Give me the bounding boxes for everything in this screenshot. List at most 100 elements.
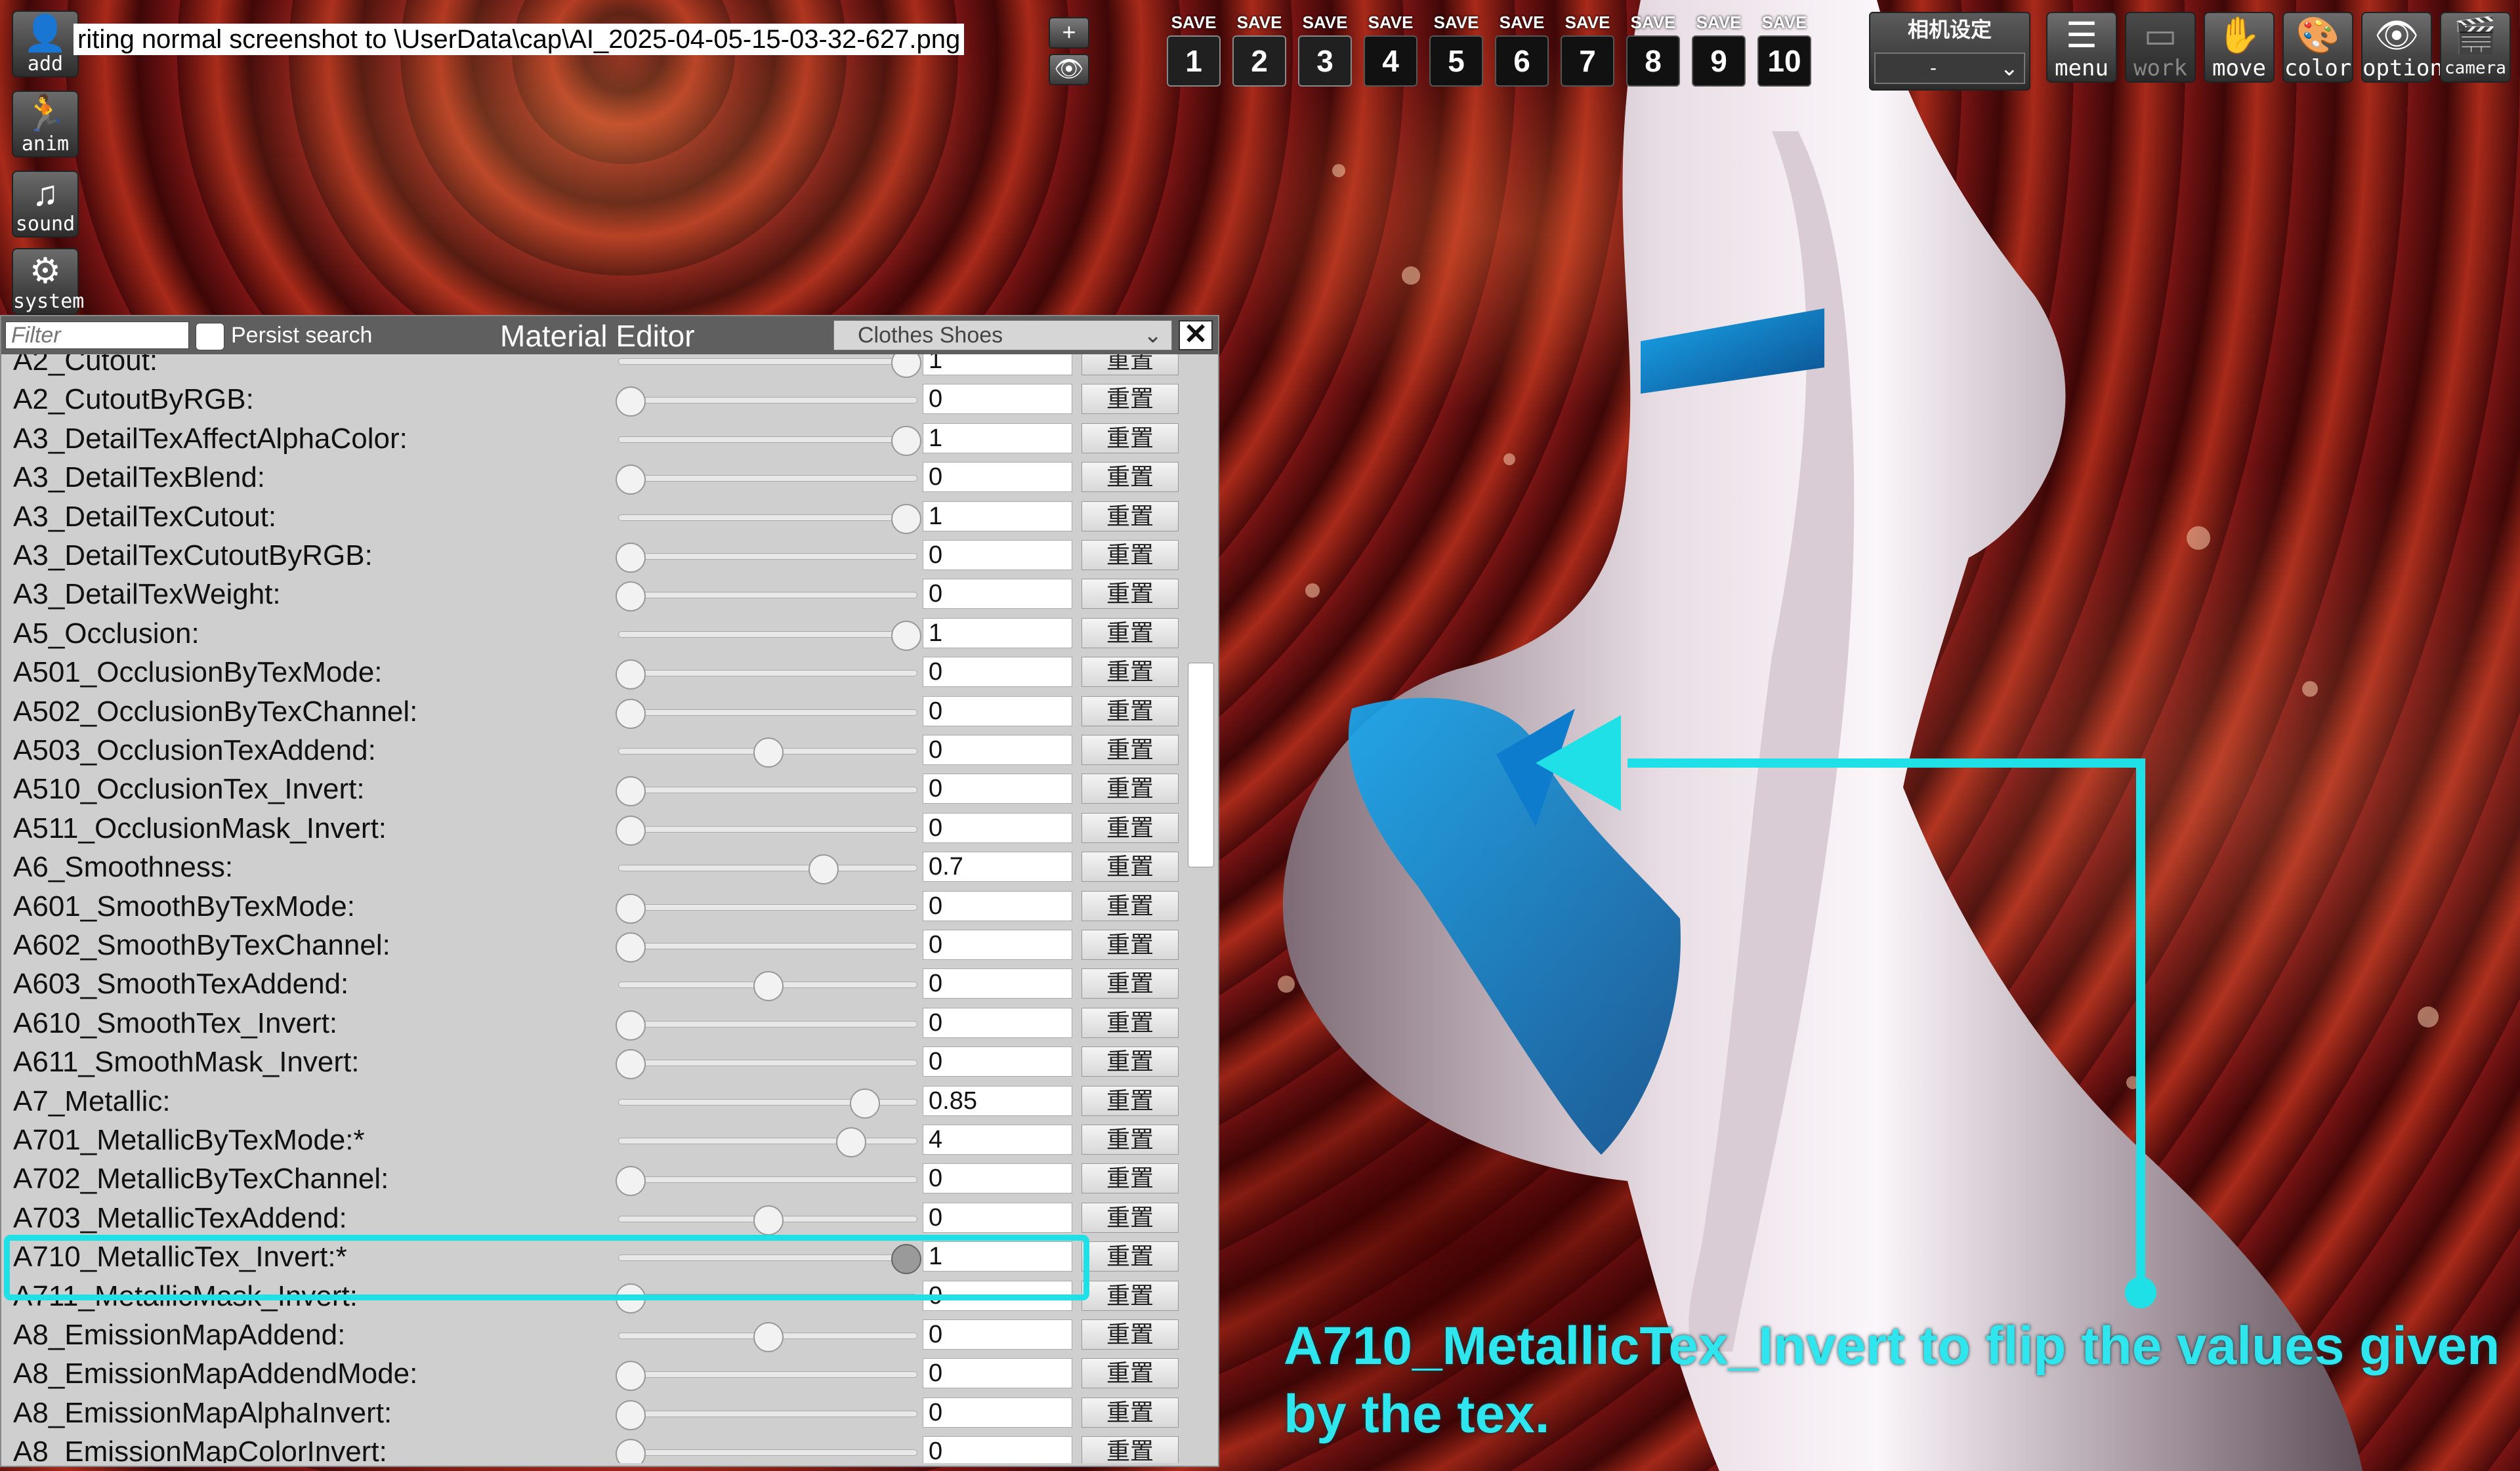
property-value-input[interactable]: 1 <box>923 617 1072 648</box>
slider-thumb[interactable] <box>616 893 646 924</box>
camera-settings-select[interactable]: - ⌄ <box>1874 52 2025 84</box>
slider-thumb[interactable] <box>616 581 646 612</box>
property-slider[interactable] <box>618 354 921 378</box>
property-value-input[interactable]: 0 <box>923 890 1072 921</box>
property-slider[interactable] <box>618 1205 917 1235</box>
property-slider[interactable] <box>616 776 917 807</box>
camera-settings-dropdown[interactable]: 相机设定 - ⌄ <box>1869 12 2030 91</box>
slider-thumb[interactable] <box>850 1088 880 1119</box>
property-value-input[interactable]: 0 <box>923 579 1072 610</box>
slider-thumb[interactable] <box>616 1010 646 1041</box>
reset-button[interactable]: 重置 <box>1082 1202 1179 1233</box>
slider-thumb[interactable] <box>616 543 646 573</box>
reset-button[interactable]: 重置 <box>1082 930 1179 960</box>
property-slider[interactable] <box>616 465 917 495</box>
slider-thumb[interactable] <box>616 932 646 963</box>
property-slider[interactable] <box>618 971 917 1002</box>
sound-button[interactable]: ♫ sound <box>12 171 79 238</box>
reset-button[interactable]: 重置 <box>1082 354 1179 375</box>
slider-thumb[interactable] <box>616 776 646 807</box>
reset-button[interactable]: 重置 <box>1082 1241 1179 1272</box>
slider-thumb[interactable] <box>616 815 646 846</box>
property-slider[interactable] <box>618 1322 917 1352</box>
property-value-input[interactable]: 1 <box>923 501 1072 531</box>
property-value-input[interactable]: 0 <box>923 930 1072 960</box>
camera-button[interactable]: 🎬 camera <box>2440 12 2511 83</box>
reset-button[interactable]: 重置 <box>1082 735 1179 765</box>
property-value-input[interactable]: 0 <box>923 1046 1072 1077</box>
slider-thumb[interactable] <box>616 1361 646 1392</box>
property-value-input[interactable]: 0 <box>923 657 1072 688</box>
property-value-input[interactable]: 0 <box>923 1007 1072 1038</box>
color-button[interactable]: 🎨 color <box>2282 12 2353 83</box>
slider-thumb[interactable] <box>836 1127 866 1157</box>
save-slot-5[interactable]: SAVE 5 <box>1427 12 1486 91</box>
slider-thumb[interactable] <box>616 1049 646 1080</box>
property-slider[interactable] <box>616 1049 917 1080</box>
slider-thumb[interactable] <box>616 465 646 495</box>
slider-thumb[interactable] <box>891 425 921 456</box>
property-slider[interactable] <box>618 1127 917 1157</box>
slider-thumb[interactable] <box>808 854 839 885</box>
slider-thumb[interactable] <box>891 620 921 651</box>
property-slider[interactable] <box>616 893 917 924</box>
property-slider[interactable] <box>618 854 917 885</box>
menu-button[interactable]: ☰ menu <box>2046 12 2117 83</box>
property-slider[interactable] <box>616 815 917 846</box>
reset-button[interactable]: 重置 <box>1082 462 1179 493</box>
property-value-input[interactable]: 0 <box>923 1202 1072 1233</box>
property-slider[interactable] <box>616 386 917 417</box>
property-value-input[interactable]: 1 <box>923 354 1072 375</box>
slider-thumb[interactable] <box>753 971 784 1002</box>
property-value-input[interactable]: 0 <box>923 1397 1072 1428</box>
property-slider[interactable] <box>616 1010 917 1041</box>
add-small-button[interactable]: + <box>1049 17 1089 49</box>
reset-button[interactable]: 重置 <box>1082 1319 1179 1350</box>
reset-button[interactable]: 重置 <box>1082 501 1179 531</box>
reset-button[interactable]: 重置 <box>1082 1085 1179 1116</box>
property-slider[interactable] <box>616 543 917 573</box>
property-value-input[interactable]: 0 <box>923 1436 1072 1463</box>
save-slot-9[interactable]: SAVE 9 <box>1689 12 1748 91</box>
reset-button[interactable]: 重置 <box>1082 1125 1179 1155</box>
property-value-input[interactable]: 0.7 <box>923 852 1072 882</box>
reset-button[interactable]: 重置 <box>1082 1436 1179 1463</box>
reset-button[interactable]: 重置 <box>1082 617 1179 648</box>
filter-input[interactable] <box>5 321 189 349</box>
reset-button[interactable]: 重置 <box>1082 695 1179 726</box>
reset-button[interactable]: 重置 <box>1082 1046 1179 1077</box>
visibility-toggle-button[interactable]: 👁 <box>1049 54 1089 85</box>
property-value-input[interactable]: 0 <box>923 462 1072 493</box>
slider-thumb[interactable] <box>616 1439 646 1463</box>
property-value-input[interactable]: 0 <box>923 695 1072 726</box>
property-value-input[interactable]: 4 <box>923 1125 1072 1155</box>
save-slot-4[interactable]: SAVE 4 <box>1361 12 1420 91</box>
system-button[interactable]: ⚙ system <box>12 248 84 315</box>
property-value-input[interactable]: 0 <box>923 1358 1072 1389</box>
property-value-input[interactable]: 0 <box>923 1163 1072 1194</box>
reset-button[interactable]: 重置 <box>1082 774 1179 804</box>
reset-button[interactable]: 重置 <box>1082 1397 1179 1428</box>
reset-button[interactable]: 重置 <box>1082 1358 1179 1389</box>
property-slider[interactable] <box>618 425 921 456</box>
property-slider[interactable] <box>616 1439 917 1463</box>
property-slider[interactable] <box>616 1361 917 1392</box>
slider-thumb[interactable] <box>891 503 921 534</box>
anim-button[interactable]: 🏃 anim <box>12 91 79 157</box>
property-slider[interactable] <box>616 1166 917 1197</box>
slider-thumb[interactable] <box>616 659 646 690</box>
property-slider[interactable] <box>618 1088 917 1119</box>
property-slider[interactable] <box>618 737 917 768</box>
property-slider[interactable] <box>616 698 917 729</box>
property-value-input[interactable]: 0 <box>923 812 1072 843</box>
part-select-dropdown[interactable]: Clothes Shoes ⌄ <box>833 320 1172 350</box>
save-slot-6[interactable]: SAVE 6 <box>1492 12 1551 91</box>
slider-thumb[interactable] <box>753 1205 784 1235</box>
save-slot-1[interactable]: SAVE 1 <box>1164 12 1223 91</box>
slider-thumb[interactable] <box>753 1322 784 1352</box>
reset-button[interactable]: 重置 <box>1082 1007 1179 1038</box>
reset-button[interactable]: 重置 <box>1082 968 1179 999</box>
property-list-scrollbar[interactable] <box>1185 354 1217 1463</box>
reset-button[interactable]: 重置 <box>1082 1280 1179 1311</box>
reset-button[interactable]: 重置 <box>1082 657 1179 688</box>
